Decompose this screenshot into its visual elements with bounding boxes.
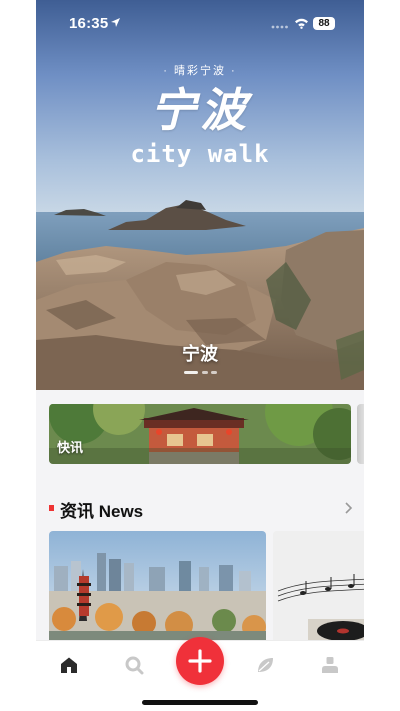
section-marker xyxy=(49,505,54,511)
hero-title: 宁波 xyxy=(150,83,250,137)
add-button[interactable] xyxy=(176,637,224,685)
news-section-title: 资讯 News xyxy=(60,502,144,521)
news-image-city xyxy=(49,531,266,646)
wifi-icon xyxy=(295,18,308,29)
home-indicator xyxy=(142,700,258,705)
pager-dot[interactable] xyxy=(211,371,217,374)
leaf-icon[interactable] xyxy=(255,655,275,675)
location-arrow-icon xyxy=(111,18,120,27)
chevron-right-icon[interactable] xyxy=(344,501,354,515)
hero-image xyxy=(36,0,364,390)
news-card[interactable] xyxy=(49,531,266,646)
pager-dot[interactable] xyxy=(202,371,208,374)
app-screen: 16:35 88 · 晴彩宁波 · 宁波 city walk 宁波 快讯 资讯 … xyxy=(36,0,364,711)
next-card-peek[interactable] xyxy=(357,404,364,464)
hero-caption: 宁波 xyxy=(182,344,218,364)
search-icon[interactable] xyxy=(124,655,144,675)
person-icon[interactable] xyxy=(320,655,340,675)
home-icon[interactable] xyxy=(59,655,79,675)
quick-news-label: 快讯 xyxy=(57,440,84,455)
battery-indicator: 88 xyxy=(313,17,335,30)
news-card[interactable] xyxy=(273,531,364,646)
hero-banner[interactable]: 16:35 88 · 晴彩宁波 · 宁波 city walk 宁波 xyxy=(36,0,364,390)
quick-news-card[interactable]: 快讯 xyxy=(49,404,351,464)
quick-news-image xyxy=(49,404,351,464)
news-section-header[interactable]: 资讯 News xyxy=(49,496,354,522)
pager-dot-active[interactable] xyxy=(184,371,198,374)
plus-icon xyxy=(188,649,212,673)
news-image-music xyxy=(273,531,364,646)
hero-subtitle-en: city walk xyxy=(130,140,270,168)
status-bar: 16:35 88 xyxy=(36,0,364,44)
status-time: 16:35 xyxy=(69,15,109,32)
bottom-tab-bar xyxy=(36,637,364,711)
signal-icon xyxy=(271,25,288,29)
